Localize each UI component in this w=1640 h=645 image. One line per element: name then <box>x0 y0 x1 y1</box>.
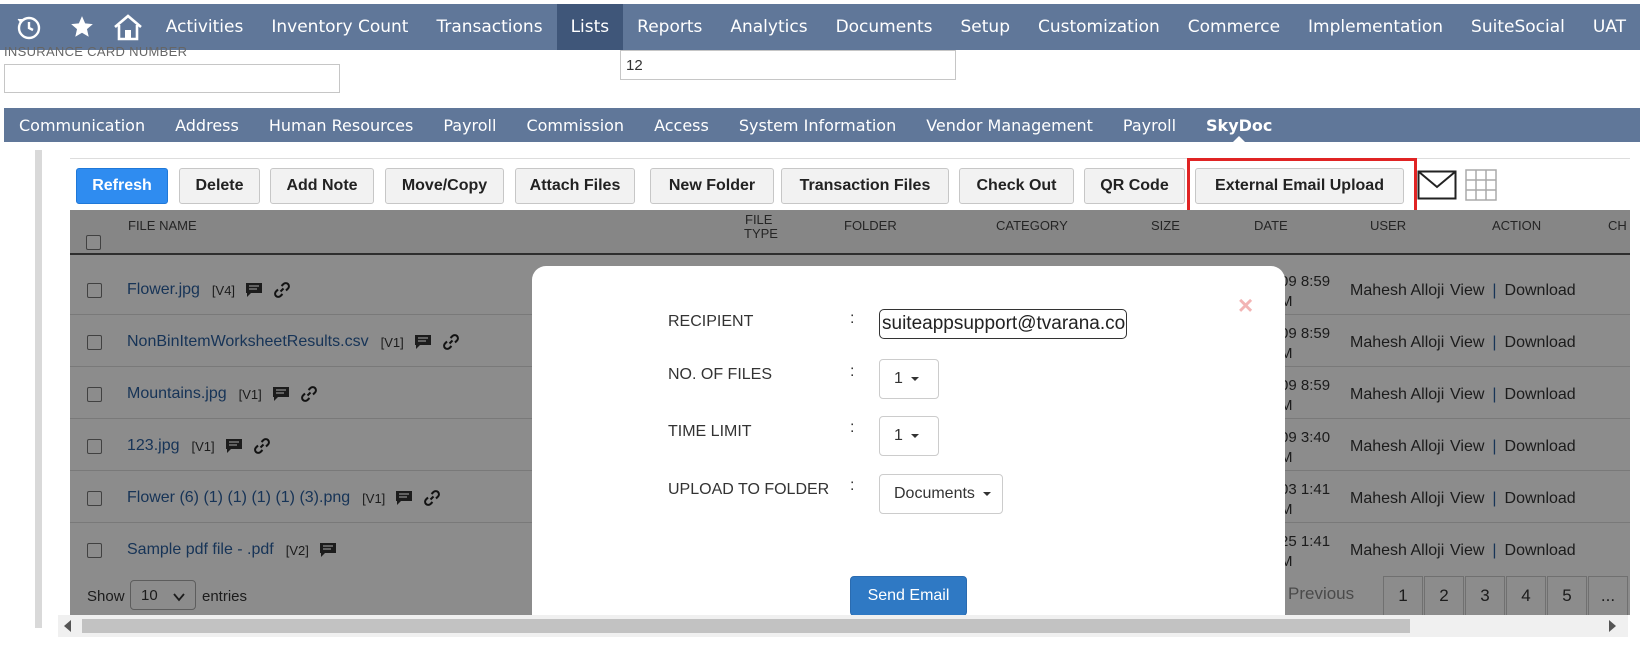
caret-down-icon <box>982 492 991 496</box>
attach-files-button[interactable]: Attach Files <box>515 168 635 204</box>
grid-icon[interactable] <box>1465 169 1497 206</box>
scroll-left-icon[interactable] <box>64 620 71 632</box>
nav-setup[interactable]: Setup <box>947 4 1024 50</box>
move-copy-button[interactable]: Move/Copy <box>385 168 504 204</box>
number-field[interactable]: 12 <box>620 50 956 80</box>
delete-button[interactable]: Delete <box>179 168 260 204</box>
caret-down-icon <box>910 377 919 381</box>
scrollbar-thumb[interactable] <box>82 619 1410 633</box>
upload-folder-value: Documents <box>894 485 975 502</box>
colon: : <box>850 363 855 380</box>
mail-icon[interactable] <box>1417 170 1457 205</box>
time-limit-value: 1 <box>894 427 903 444</box>
subtab-payroll[interactable]: Payroll <box>443 108 496 142</box>
subtab-system-information[interactable]: System Information <box>739 108 896 142</box>
nav-uat[interactable]: UAT <box>1579 4 1640 50</box>
top-navigation: Activities Inventory Count Transactions … <box>0 4 1640 50</box>
nav-suitesocial[interactable]: SuiteSocial <box>1457 4 1579 50</box>
recipient-input[interactable]: suiteappsupport@tvarana.co <box>879 309 1127 339</box>
subtab-payroll-2[interactable]: Payroll <box>1123 108 1176 142</box>
subtab-communication[interactable]: Communication <box>19 108 145 142</box>
insurance-card-label: INSURANCE CARD NUMBER <box>4 44 188 59</box>
colon: : <box>850 419 855 436</box>
add-note-button[interactable]: Add Note <box>270 168 374 204</box>
qr-code-button[interactable]: QR Code <box>1084 168 1185 204</box>
nav-customization[interactable]: Customization <box>1024 4 1174 50</box>
highlight-box <box>1187 158 1417 214</box>
transaction-files-button[interactable]: Transaction Files <box>781 168 949 204</box>
colon: : <box>850 477 855 494</box>
caret-down-icon <box>910 434 919 438</box>
time-limit-dropdown[interactable]: 1 <box>879 416 939 456</box>
external-email-upload-modal: × RECIPIENT : suiteappsupport@tvarana.co… <box>532 266 1285 626</box>
colon: : <box>850 310 855 327</box>
subtab-commission[interactable]: Commission <box>526 108 624 142</box>
send-email-button[interactable]: Send Email <box>850 576 967 616</box>
no-of-files-label: NO. OF FILES <box>668 366 773 383</box>
subtab-access[interactable]: Access <box>654 108 709 142</box>
upload-folder-dropdown[interactable]: Documents <box>879 474 1003 514</box>
subtab-human-resources[interactable]: Human Resources <box>269 108 414 142</box>
upload-to-folder-label: UPLOAD TO FOLDER <box>668 481 830 498</box>
close-icon[interactable]: × <box>1238 290 1253 321</box>
no-of-files-value: 1 <box>894 370 903 387</box>
nav-analytics[interactable]: Analytics <box>716 4 821 50</box>
check-out-button[interactable]: Check Out <box>959 168 1074 204</box>
nav-implementation[interactable]: Implementation <box>1294 4 1457 50</box>
nav-reports[interactable]: Reports <box>623 4 716 50</box>
subtab-skydoc[interactable]: SkyDoc <box>1206 108 1272 143</box>
recipient-label: RECIPIENT <box>668 313 754 330</box>
new-folder-button[interactable]: New Folder <box>650 168 774 204</box>
insurance-card-field[interactable] <box>4 64 340 93</box>
scroll-right-icon[interactable] <box>1609 620 1616 632</box>
subtab-bar: Communication Address Human Resources Pa… <box>4 108 1640 143</box>
nav-lists[interactable]: Lists <box>556 4 624 50</box>
horizontal-scrollbar[interactable] <box>58 615 1628 637</box>
no-of-files-dropdown[interactable]: 1 <box>879 359 939 399</box>
nav-transactions[interactable]: Transactions <box>422 4 556 50</box>
nav-documents[interactable]: Documents <box>822 4 947 50</box>
refresh-button[interactable]: Refresh <box>76 168 168 204</box>
time-limit-label: TIME LIMIT <box>668 423 752 440</box>
subtab-vendor-management[interactable]: Vendor Management <box>926 108 1093 142</box>
nav-commerce[interactable]: Commerce <box>1174 4 1294 50</box>
side-rail <box>35 150 42 628</box>
subtab-address[interactable]: Address <box>175 108 239 142</box>
nav-inventory-count[interactable]: Inventory Count <box>257 4 422 50</box>
